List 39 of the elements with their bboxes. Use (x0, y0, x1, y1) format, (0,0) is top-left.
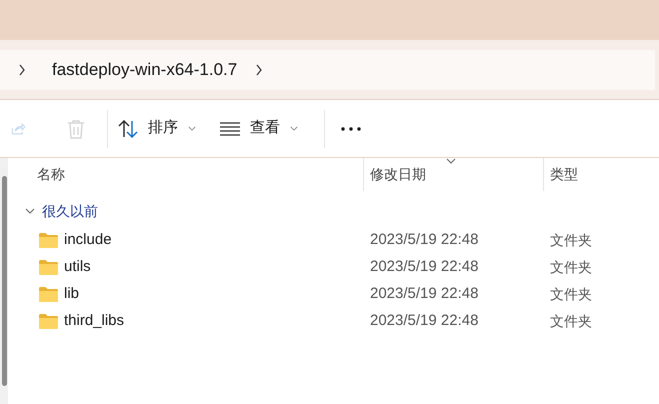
column-header[interactable]: 修改日期 (363, 158, 543, 191)
date-cell-text: 2023/5/19 22:48 (369, 257, 480, 278)
sort-caret-icon (446, 158, 456, 164)
breadcrumb-field[interactable]: fastdeploy-win-x64-1.0.7 (0, 50, 655, 90)
file-name: third_libs (64, 311, 124, 332)
chevron-down-icon (188, 126, 196, 131)
view-button[interactable]: 查看 (214, 112, 304, 146)
folder-icon (39, 233, 58, 248)
chevron-down-icon (25, 206, 35, 216)
sort-icon (118, 120, 138, 138)
column-header[interactable]: 类型 (543, 158, 659, 191)
folder-icon (39, 260, 58, 275)
file-name: include (64, 230, 112, 250)
sort-button[interactable]: 排序 (112, 112, 202, 146)
chevron-icon (18, 64, 26, 76)
date-cell-text: 2023/5/19 22:48 (369, 284, 480, 304)
chevron-icon (255, 64, 264, 76)
breadcrumb-item[interactable]: fastdeploy-win-x64-1.0.7 (44, 56, 238, 82)
date-cell-text: 2023/5/19 22:48 (369, 230, 480, 250)
group-header[interactable]: 很久以前 (8, 198, 98, 224)
type-cell-text: 文件夹 (549, 312, 592, 331)
file-row[interactable]: third_libs 2023/5/19 22:48 文件夹 (8, 308, 659, 335)
type-cell-text: 文件夹 (549, 258, 592, 277)
column-header[interactable]: 名称 (8, 158, 363, 191)
type-cell-text: 文件夹 (549, 231, 592, 250)
folder-icon (39, 314, 58, 329)
file-name: lib (64, 284, 80, 304)
date-cell-text: 2023/5/19 22:48 (369, 311, 480, 332)
file-row[interactable]: utils 2023/5/19 22:48 文件夹 (8, 254, 659, 281)
file-name: utils (64, 257, 91, 278)
trash-icon (67, 118, 85, 138)
folder-icon (39, 287, 58, 302)
file-row[interactable]: lib 2023/5/19 22:48 文件夹 (8, 281, 659, 308)
file-row[interactable]: include 2023/5/19 22:48 文件夹 (8, 227, 659, 254)
scrollbar-thumb[interactable] (2, 176, 6, 386)
chevron-down-icon (290, 126, 298, 131)
list-view-icon (220, 122, 240, 136)
more-icon (341, 126, 361, 130)
type-cell-text: 文件夹 (549, 285, 592, 304)
